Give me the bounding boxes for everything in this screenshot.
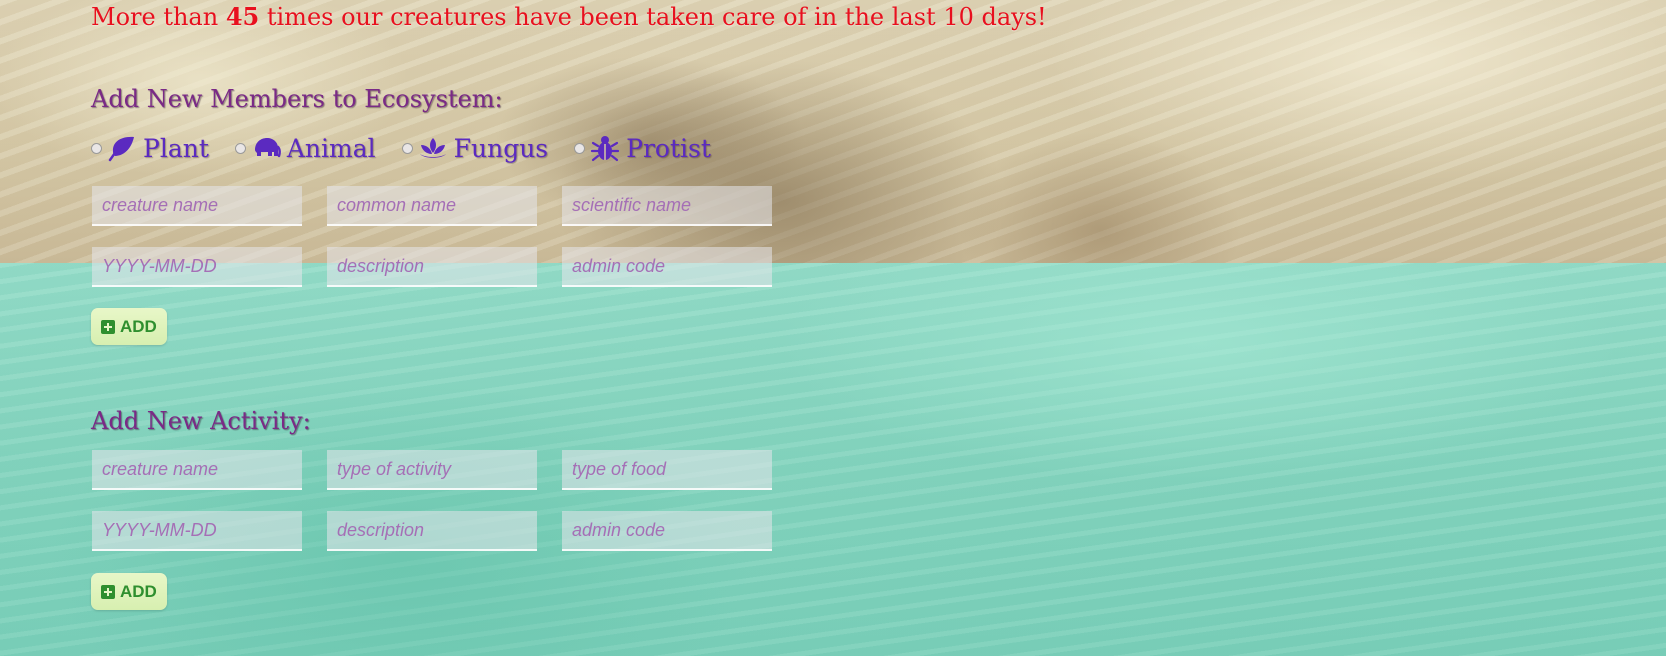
member-admin-code-input[interactable]: admin code: [562, 247, 772, 287]
elephant-icon: [254, 138, 281, 158]
kingdom-option-protist[interactable]: Protist: [574, 134, 711, 163]
member-date-placeholder: YYYY-MM-DD: [102, 255, 217, 276]
protist-radio[interactable]: [574, 142, 586, 154]
animal-radio[interactable]: [234, 142, 246, 154]
kingdom-option-fungus[interactable]: Fungus: [401, 133, 549, 163]
add-member-button[interactable]: ADD: [91, 308, 167, 345]
activity-food-type-input[interactable]: type of food: [562, 450, 772, 490]
fungus-radio[interactable]: [401, 142, 413, 154]
member-creature-name-input[interactable]: creature name: [92, 186, 302, 226]
lotus-icon: [419, 138, 446, 158]
activity-type-placeholder: type of activity: [337, 458, 452, 479]
activity-food-type-placeholder: type of food: [572, 458, 667, 479]
plant-radio[interactable]: [91, 142, 102, 154]
leaf-icon: [108, 136, 134, 162]
activity-creature-name-placeholder: creature name: [102, 458, 219, 479]
activity-admin-code-input[interactable]: admin code: [562, 511, 772, 551]
stats-prefix: More than: [91, 3, 226, 31]
member-creature-name-placeholder: creature name: [102, 194, 219, 215]
care-stats-banner: More than 45 times our creatures have be…: [91, 2, 1047, 31]
member-scientific-name-placeholder: scientific name: [572, 194, 692, 215]
bug-icon: [591, 136, 620, 162]
member-admin-code-placeholder: admin code: [572, 255, 666, 276]
activity-date-placeholder: YYYY-MM-DD: [102, 519, 217, 540]
kingdom-label-plant: Plant: [143, 133, 209, 163]
member-common-name-input[interactable]: common name: [327, 186, 537, 226]
kingdom-label-protist: Protist: [626, 133, 711, 163]
kingdom-label-animal: Animal: [286, 133, 376, 163]
kingdom-option-plant[interactable]: Plant: [91, 134, 209, 163]
plus-square-icon: [101, 584, 115, 599]
member-common-name-placeholder: common name: [337, 194, 457, 215]
activity-description-placeholder: description: [337, 519, 425, 540]
kingdom-radio-group: Plant Animal Fungus Protist: [91, 130, 737, 166]
add-activity-title: Add New Activity:: [91, 407, 311, 435]
activity-type-input[interactable]: type of activity: [327, 450, 537, 490]
activity-creature-name-input[interactable]: creature name: [92, 450, 302, 490]
kingdom-option-animal[interactable]: Animal: [234, 133, 376, 163]
activity-date-input[interactable]: YYYY-MM-DD: [92, 511, 302, 551]
member-date-input[interactable]: YYYY-MM-DD: [92, 247, 302, 287]
stats-suffix: times our creatures have been taken care…: [259, 3, 1047, 31]
kingdom-label-fungus: Fungus: [453, 133, 549, 163]
add-activity-button[interactable]: ADD: [91, 573, 167, 610]
member-description-input[interactable]: description: [327, 247, 537, 287]
add-activity-button-label: ADD: [120, 581, 157, 601]
add-member-button-label: ADD: [120, 316, 157, 336]
add-members-title: Add New Members to Ecosystem:: [91, 85, 503, 113]
activity-description-input[interactable]: description: [327, 511, 537, 551]
member-scientific-name-input[interactable]: scientific name: [562, 186, 772, 226]
plus-square-icon: [101, 319, 115, 334]
activity-admin-code-placeholder: admin code: [572, 519, 666, 540]
stats-count: 45: [225, 2, 260, 31]
member-description-placeholder: description: [337, 255, 425, 276]
